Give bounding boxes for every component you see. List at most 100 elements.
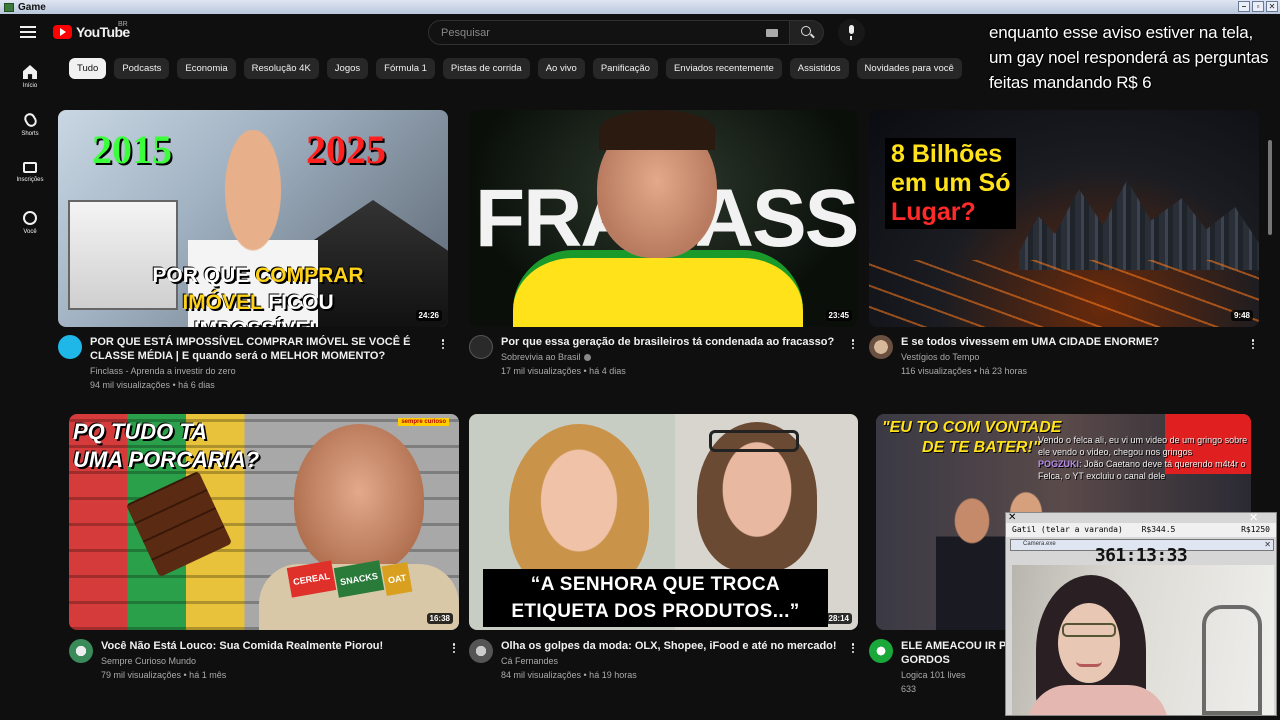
minimize-button[interactable]: – bbox=[1238, 1, 1250, 12]
home-icon bbox=[23, 65, 37, 79]
title-line: GORDOS bbox=[901, 654, 950, 666]
video-stats: 84 mil visualizações • há 19 horas bbox=[501, 670, 637, 680]
more-options-icon[interactable] bbox=[848, 337, 858, 351]
channel-avatar[interactable] bbox=[869, 335, 893, 359]
channel-avatar[interactable] bbox=[469, 639, 493, 663]
caption-line: 8 Bilhões bbox=[891, 140, 1003, 168]
video-stats: 116 visualizações • há 23 horas bbox=[901, 366, 1028, 376]
caption-line: DE TE BATER!" bbox=[922, 439, 1041, 456]
search-icon bbox=[801, 26, 811, 36]
chip-jogos[interactable]: Jogos bbox=[326, 58, 369, 79]
menu-icon[interactable] bbox=[20, 26, 36, 38]
keyboard-icon[interactable] bbox=[766, 29, 778, 37]
sidebar-item-you[interactable]: Você bbox=[6, 206, 54, 250]
os-window-controls: – ▫ ✕ bbox=[1238, 1, 1278, 12]
close-icon[interactable]: ✕ bbox=[1008, 513, 1018, 523]
close-icon[interactable]: ✕ bbox=[1249, 513, 1258, 524]
chair-image bbox=[1202, 605, 1262, 715]
search-input[interactable] bbox=[429, 21, 729, 44]
chip-podcasts[interactable]: Podcasts bbox=[114, 58, 170, 79]
video-thumbnail[interactable]: 8 Bilhões em um Só Lugar? 9:48 bbox=[869, 110, 1259, 327]
chip-economia[interactable]: Economia bbox=[177, 58, 236, 79]
city-image bbox=[1019, 180, 1259, 270]
filter-chips-bar: Tudo Podcasts Economia Resolução 4K Jogo… bbox=[69, 58, 962, 79]
chip-tudo[interactable]: Tudo bbox=[69, 58, 107, 79]
video-meta: Você Não Está Louco: Sua Comida Realment… bbox=[69, 639, 469, 689]
duration-badge: 23:45 bbox=[825, 310, 852, 321]
more-options-icon[interactable] bbox=[848, 641, 858, 655]
channel-name-text: Sobrevivia ao Brasil bbox=[501, 352, 581, 362]
channel-name[interactable]: Finclass - Aprenda a investir do zero bbox=[90, 366, 236, 376]
channel-name[interactable]: Logica 101 lives bbox=[901, 670, 966, 680]
chip-formula-1[interactable]: Fórmula 1 bbox=[376, 58, 435, 79]
video-thumbnail[interactable]: FRACASSO 23:45 bbox=[469, 110, 858, 327]
sidebar-item-shorts[interactable]: Shorts bbox=[6, 108, 54, 152]
verified-icon bbox=[583, 354, 591, 362]
more-options-icon[interactable] bbox=[1248, 337, 1258, 351]
app-icon bbox=[4, 2, 14, 12]
video-stats: 94 mil visualizações • há 6 dias bbox=[90, 380, 215, 390]
chip-panificacao[interactable]: Panificação bbox=[592, 58, 658, 79]
sidebar-item-label: Início bbox=[22, 83, 38, 89]
sidebar-item-subscriptions[interactable]: Inscrições bbox=[6, 157, 54, 201]
caption-line: UMA PORCARIA? bbox=[73, 447, 260, 472]
body-image bbox=[1028, 685, 1168, 715]
live-chat-overlay: Vendo o felca ali, eu vi um video de um … bbox=[1038, 434, 1248, 482]
video-meta: ELE AMEACOU IR PI GORDOS Logica 101 live… bbox=[869, 639, 1009, 699]
video-thumbnail[interactable]: CEREAL SNACKS OAT PQ TUDO TA UMA PORCARI… bbox=[69, 414, 459, 630]
hair-image bbox=[599, 110, 715, 150]
channel-avatar[interactable] bbox=[58, 335, 82, 359]
video-title[interactable]: POR QUE ESTÁ IMPOSSÍVEL COMPRAR IMÓVEL S… bbox=[90, 335, 430, 363]
duration-badge: 24:26 bbox=[415, 310, 442, 321]
video-title[interactable]: Você Não Está Louco: Sua Comida Realment… bbox=[101, 639, 441, 653]
chip-pistas-de-corrida[interactable]: Pistas de corrida bbox=[442, 58, 530, 79]
caption-line: Lugar? bbox=[891, 198, 976, 226]
chip-resolucao-4k[interactable]: Resolução 4K bbox=[243, 58, 319, 79]
video-title[interactable]: ELE AMEACOU IR PI GORDOS bbox=[901, 639, 1011, 667]
search-button[interactable] bbox=[790, 20, 824, 45]
chip-enviados-recentemente[interactable]: Enviados recentemente bbox=[665, 58, 782, 79]
thumbnail-year-right: 2025 bbox=[306, 127, 386, 172]
stream-overlay-text: enquanto esse aviso estiver na tela, um … bbox=[989, 23, 1269, 92]
search-box bbox=[428, 20, 790, 45]
chip-novidades[interactable]: Novidades para você bbox=[856, 58, 962, 79]
channel-tag: sempre curioso bbox=[398, 418, 449, 426]
os-window-titlebar: Game – ▫ ✕ bbox=[0, 0, 1280, 14]
chip-assistidos[interactable]: Assistidos bbox=[789, 58, 849, 79]
caption-line: em um Só bbox=[891, 169, 1011, 197]
thumbnail-year-left: 2015 bbox=[92, 127, 172, 172]
video-thumbnail[interactable]: 2015 2025 POR QUE COMPRAR IMÓVEL FICOU I… bbox=[58, 110, 448, 327]
video-title[interactable]: Olha os golpes da moda: OLX, Shopee, iFo… bbox=[501, 639, 841, 653]
voice-search-button[interactable] bbox=[838, 19, 865, 46]
video-thumbnail[interactable]: “A SENHORA QUE TROCA ETIQUETA DOS PRODUT… bbox=[469, 414, 858, 630]
more-options-icon[interactable] bbox=[449, 641, 459, 655]
duration-badge: 9:48 bbox=[1230, 310, 1253, 321]
shorts-icon bbox=[21, 111, 39, 129]
video-title[interactable]: E se todos vivessem em UMA CIDADE ENORME… bbox=[901, 335, 1241, 349]
channel-avatar[interactable] bbox=[69, 639, 93, 663]
thumbnail-caption: 8 Bilhões em um Só Lugar? bbox=[885, 138, 1017, 229]
more-options-icon[interactable] bbox=[438, 337, 448, 351]
close-window-button[interactable]: ✕ bbox=[1266, 1, 1278, 12]
chat-username: POGZUKI bbox=[1038, 459, 1080, 469]
channel-avatar[interactable] bbox=[869, 639, 893, 663]
box-label: SNACKS bbox=[333, 560, 385, 598]
caption-line: “A SENHORA QUE TROCA bbox=[530, 574, 781, 595]
scrollbar-thumb[interactable] bbox=[1268, 140, 1272, 235]
channel-avatar[interactable] bbox=[469, 335, 493, 359]
you-icon bbox=[23, 211, 37, 225]
channel-name[interactable]: Sobrevivia ao Brasil bbox=[501, 352, 591, 362]
channel-name[interactable]: Cá Fernandes bbox=[501, 656, 558, 666]
channel-name[interactable]: Sempre Curioso Mundo bbox=[101, 656, 196, 666]
country-code: BR bbox=[118, 21, 128, 28]
smile-image bbox=[1076, 661, 1102, 667]
video-title[interactable]: Por que essa geração de brasileiros tá c… bbox=[501, 335, 841, 349]
maximize-button[interactable]: ▫ bbox=[1252, 1, 1264, 12]
video-stats: 633 bbox=[901, 684, 917, 694]
caption-line: ETIQUETA DOS PRODUTOS...” bbox=[511, 601, 800, 622]
channel-name[interactable]: Vestígios do Tempo bbox=[901, 352, 979, 362]
thumbnail-caption: POR QUE COMPRAR IMÓVEL FICOU IMPOSSÍVEL bbox=[118, 262, 398, 327]
chip-ao-vivo[interactable]: Ao vivo bbox=[537, 58, 585, 79]
box-label: CEREAL bbox=[286, 560, 337, 598]
sidebar-item-home[interactable]: Início bbox=[6, 60, 54, 104]
